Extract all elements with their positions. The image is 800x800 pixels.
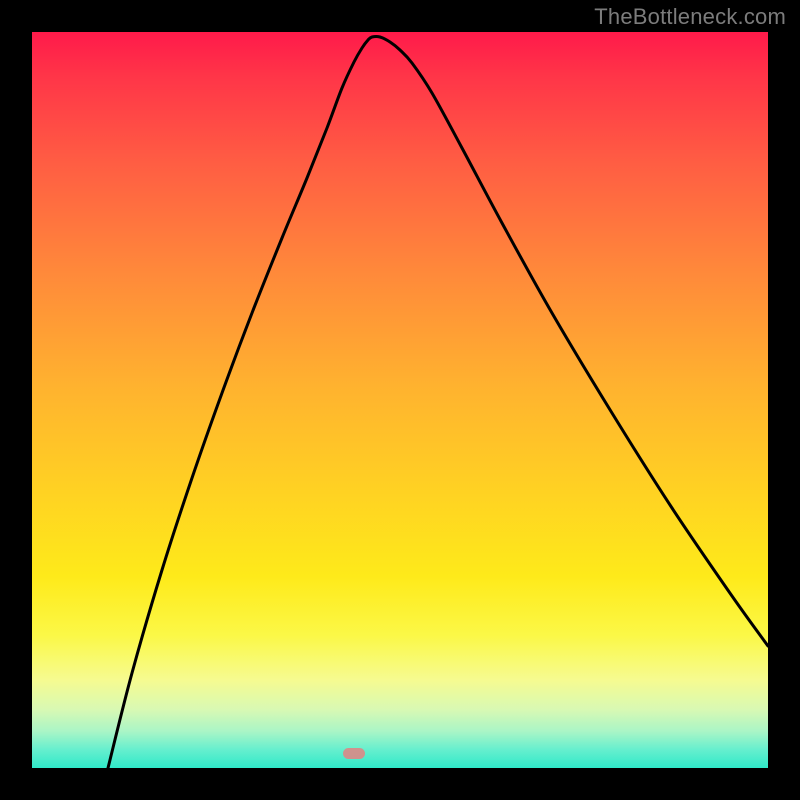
curve-min-marker [343, 748, 365, 759]
watermark-text: TheBottleneck.com [594, 4, 786, 30]
bottleneck-curve [32, 32, 768, 768]
plot-area [32, 32, 768, 768]
chart-frame: TheBottleneck.com [0, 0, 800, 800]
